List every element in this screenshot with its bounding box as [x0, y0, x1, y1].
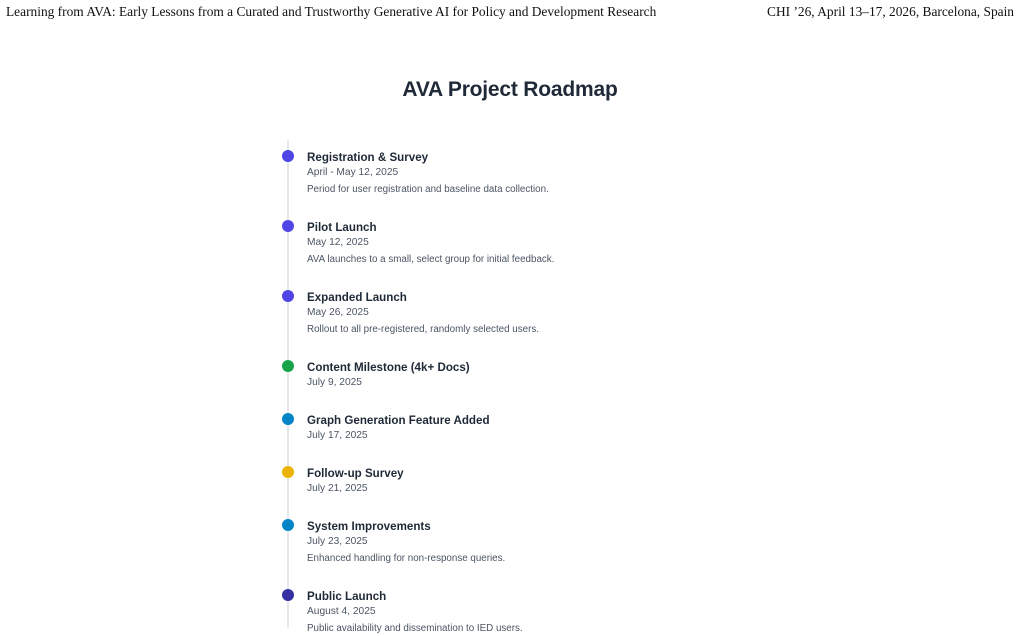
running-header: Learning from AVA: Early Lessons from a …: [6, 4, 1014, 22]
roadmap-timeline: Registration & Survey April - May 12, 20…: [280, 140, 800, 634]
event-title: Graph Generation Feature Added: [307, 414, 490, 427]
event-description: AVA launches to a small, select group fo…: [307, 254, 555, 265]
event-date: May 12, 2025: [307, 237, 369, 248]
timeline-dot: [282, 519, 294, 531]
event-date: July 21, 2025: [307, 483, 368, 494]
event-content: Public Launch August 4, 2025 Public avai…: [307, 589, 523, 636]
timeline-dot: [282, 150, 294, 162]
paper-page: Learning from AVA: Early Lessons from a …: [0, 0, 1020, 636]
event-description: Public availability and dissemination to…: [307, 623, 523, 634]
event-title: Registration & Survey: [307, 151, 429, 164]
event-title: Expanded Launch: [307, 291, 407, 304]
event-date: July 17, 2025: [307, 430, 368, 441]
running-header-title: Learning from AVA: Early Lessons from a …: [6, 4, 657, 19]
event-description: Rollout to all pre-registered, randomly …: [307, 324, 539, 335]
event-date: April - May 12, 2025: [307, 167, 399, 178]
event-date: July 23, 2025: [307, 536, 368, 547]
running-header-venue: CHI ’26, April 13–17, 2026, Barcelona, S…: [767, 4, 1014, 19]
event-title: Public Launch: [307, 590, 387, 603]
event-title: Follow-up Survey: [307, 467, 404, 480]
event-date: July 9, 2025: [307, 377, 362, 388]
timeline-dot: [282, 589, 294, 601]
event-title: Pilot Launch: [307, 221, 377, 234]
timeline-dot: [282, 220, 294, 232]
event-content: Follow-up Survey July 21, 2025: [307, 466, 404, 496]
timeline-line: [287, 140, 289, 628]
event-date: May 26, 2025: [307, 307, 369, 318]
event-date: August 4, 2025: [307, 606, 376, 617]
event-content: Graph Generation Feature Added July 17, …: [307, 413, 490, 443]
timeline-dot: [282, 290, 294, 302]
event-content: Expanded Launch May 26, 2025 Rollout to …: [307, 290, 539, 337]
figure-title: AVA Project Roadmap: [402, 78, 618, 101]
event-content: Pilot Launch May 12, 2025 AVA launches t…: [307, 220, 554, 267]
event-title: System Improvements: [307, 520, 431, 533]
timeline-dot: [282, 413, 294, 425]
event-content: System Improvements July 23, 2025 Enhanc…: [307, 519, 505, 566]
event-title: Content Milestone (4k+ Docs): [307, 361, 470, 374]
event-content: Registration & Survey April - May 12, 20…: [307, 150, 549, 197]
event-content: Content Milestone (4k+ Docs) July 9, 202…: [307, 360, 470, 390]
timeline-dot: [282, 466, 294, 478]
event-description: Period for user registration and baselin…: [307, 184, 549, 195]
timeline-dot: [282, 360, 294, 372]
event-description: Enhanced handling for non-response queri…: [307, 553, 506, 564]
